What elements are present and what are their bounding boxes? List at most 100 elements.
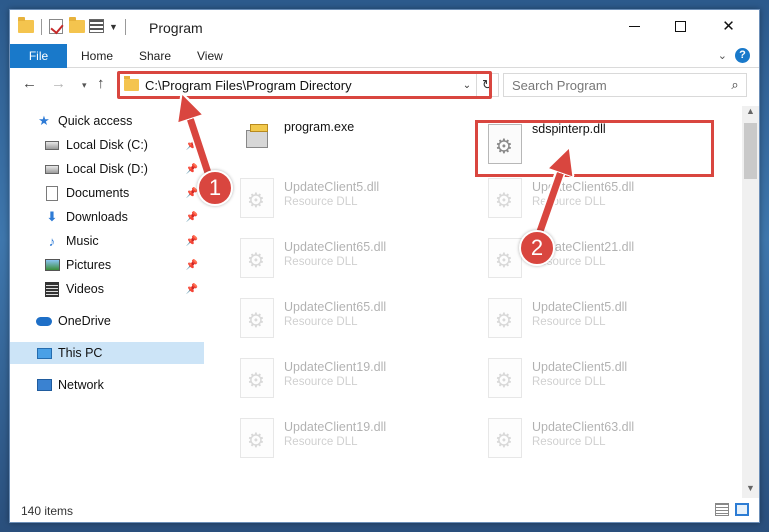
address-path[interactable]: C:\Program Files\Program Directory (145, 78, 458, 93)
toolbar-divider (41, 19, 42, 35)
file-item-program-exe[interactable]: program.exe (240, 114, 480, 168)
sidebar-item-this-pc[interactable]: This PC (10, 342, 204, 364)
details-view-icon[interactable] (715, 503, 729, 516)
file-type: Resource DLL (284, 316, 358, 328)
file-item-sdspinterp-dll[interactable]: sdspinterp.dll (488, 120, 728, 174)
onedrive-icon (36, 313, 52, 329)
file-item[interactable]: UpdateClient65.dll Resource DLL (488, 174, 728, 228)
sidebar-item-local-disk-d[interactable]: Local Disk (D:) 📌 (10, 158, 204, 180)
customize-toolbar-dropdown[interactable]: ▼ (109, 22, 118, 32)
tab-home[interactable]: Home (67, 44, 127, 68)
close-button[interactable]: ✕ (706, 10, 751, 42)
dll-icon (240, 358, 274, 398)
address-history-dropdown[interactable]: ⌄ (458, 80, 476, 91)
window-title: Program (149, 20, 203, 36)
sidebar-item-quick-access[interactable]: ★ Quick access (10, 110, 204, 132)
sidebar-item-label: Documents (66, 186, 130, 200)
file-item[interactable]: UpdateClient19.dll Resource DLL (240, 414, 480, 468)
pin-icon: 📌 (185, 163, 198, 175)
sidebar-item-label: This PC (58, 346, 103, 360)
sidebar-item-documents[interactable]: Documents 📌 (10, 182, 204, 204)
scroll-down-arrow-icon[interactable]: ▼ (742, 483, 759, 498)
folder-icon (18, 17, 34, 35)
file-item[interactable]: UpdateClient5.dll Resource DLL (488, 294, 728, 348)
dll-icon (240, 178, 274, 218)
pin-icon: 📌 (185, 139, 198, 151)
tab-share[interactable]: Share (125, 44, 185, 68)
toolbar-divider (124, 19, 126, 35)
tab-file[interactable]: File (10, 44, 67, 68)
file-name: UpdateClient5.dll (532, 360, 628, 374)
item-count: 140 items (21, 504, 74, 518)
file-item[interactable]: UpdateClient65.dll Resource DLL (240, 234, 480, 288)
sidebar-item-network[interactable]: Network (10, 374, 204, 396)
file-item[interactable]: UpdateClient65.dll Resource DLL (240, 294, 480, 348)
view-properties-icon[interactable] (89, 19, 105, 35)
scrollbar-thumb[interactable] (744, 123, 757, 179)
sidebar-item-music[interactable]: ♪ Music 📌 (10, 230, 204, 252)
sidebar-item-label: Quick access (58, 114, 133, 128)
dll-icon (240, 298, 274, 338)
pin-icon: 📌 (185, 211, 198, 223)
maximize-button[interactable] (658, 10, 703, 42)
sidebar-item-onedrive[interactable]: OneDrive (10, 310, 204, 332)
file-name: UpdateClient65.dll (284, 240, 387, 254)
this-pc-icon (36, 345, 52, 361)
sidebar-item-label: Local Disk (C:) (66, 138, 148, 152)
file-name: UpdateClient65.dll (532, 180, 635, 194)
dll-icon (240, 238, 274, 278)
sidebar-item-label: OneDrive (58, 314, 111, 328)
file-name: UpdateClient5.dll (532, 300, 628, 314)
network-icon (36, 377, 52, 393)
search-input[interactable]: Search Program (512, 78, 724, 93)
file-item[interactable]: UpdateClient5.dll Resource DLL (240, 174, 480, 228)
recent-locations-dropdown[interactable]: ▾ (82, 80, 87, 91)
sidebar-item-downloads[interactable]: ⬇ Downloads 📌 (10, 206, 204, 228)
sidebar-item-label: Pictures (66, 258, 112, 272)
large-icons-view-icon[interactable] (735, 503, 749, 516)
sidebar-item-label: Local Disk (D:) (66, 162, 148, 176)
file-item[interactable]: UpdateClient5.dll Resource DLL (488, 354, 728, 408)
file-item[interactable]: UpdateClient63.dll Resource DLL (488, 414, 728, 468)
file-name: UpdateClient19.dll (284, 360, 387, 374)
properties-check-icon[interactable] (49, 19, 65, 35)
sidebar-item-pictures[interactable]: Pictures 📌 (10, 254, 204, 276)
minimize-button[interactable] (612, 10, 657, 42)
pin-icon: 📌 (185, 283, 198, 295)
sidebar-item-videos[interactable]: Videos 📌 (10, 278, 204, 300)
videos-icon (44, 281, 60, 297)
search-box[interactable]: Search Program ⌕ (503, 73, 747, 97)
file-item[interactable]: UpdateClient19.dll Resource DLL (240, 354, 480, 408)
drive-icon (44, 161, 60, 177)
dll-icon (488, 178, 522, 218)
dll-icon (488, 298, 522, 338)
tab-view[interactable]: View (183, 44, 237, 68)
file-type: Resource DLL (284, 196, 358, 208)
music-icon: ♪ (48, 233, 56, 249)
forward-arrow-icon[interactable]: → (51, 75, 66, 92)
dll-icon (488, 418, 522, 458)
ribbon-tabs: File Home Share View ⌄ ? (10, 44, 759, 68)
exe-icon (240, 120, 274, 154)
file-name: UpdateClient5.dll (284, 180, 380, 194)
back-arrow-icon[interactable]: ← (22, 75, 37, 92)
file-name: sdspinterp.dll (532, 122, 606, 136)
scroll-up-arrow-icon[interactable]: ▲ (742, 106, 759, 121)
file-type: Resource DLL (532, 436, 606, 448)
navigation-pane: ★ Quick access Local Disk (C:) 📌 Local D… (10, 106, 205, 498)
help-icon[interactable]: ? (735, 48, 750, 63)
explorer-window: ▼ Program ✕ File Home Share View ⌄ ? ← →… (9, 9, 760, 523)
sidebar-item-local-disk-c[interactable]: Local Disk (C:) 📌 (10, 134, 204, 156)
file-type: Resource DLL (532, 376, 606, 388)
expand-ribbon-chevron-icon[interactable]: ⌄ (718, 49, 727, 62)
vertical-scrollbar[interactable]: ▲ ▼ (742, 106, 759, 498)
file-list: program.exe UpdateClient5.dll Resource DL… (210, 106, 740, 498)
file-type: Resource DLL (284, 436, 358, 448)
title-bar: ▼ Program ✕ (10, 10, 759, 44)
search-icon[interactable]: ⌕ (724, 77, 746, 93)
refresh-icon[interactable]: ↻ (476, 74, 498, 96)
up-arrow-icon[interactable]: ↑ (97, 75, 105, 92)
dll-icon (488, 358, 522, 398)
new-folder-icon[interactable] (69, 17, 85, 35)
address-bar[interactable]: C:\Program Files\Program Directory ⌄ ↻ (118, 73, 499, 97)
